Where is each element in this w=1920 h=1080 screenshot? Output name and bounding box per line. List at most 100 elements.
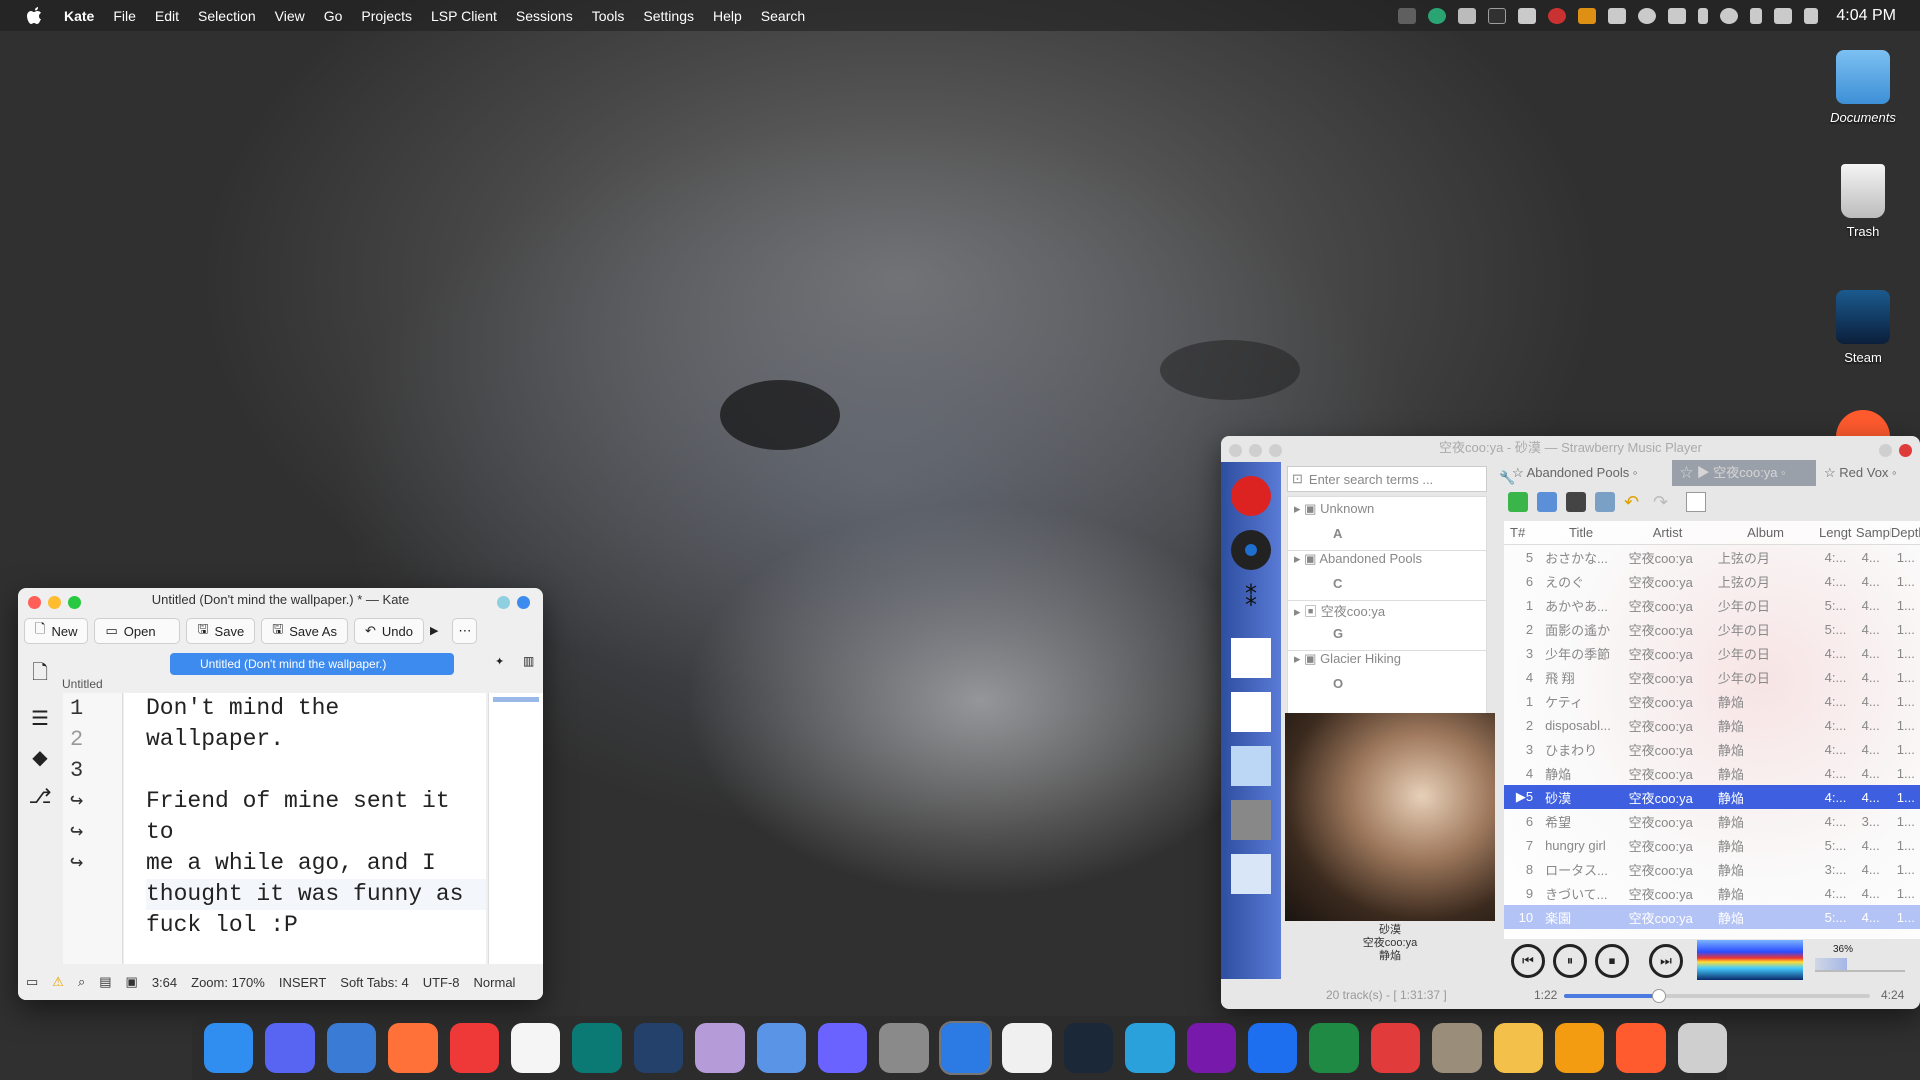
xp-pen-icon[interactable]	[1488, 7, 1507, 24]
table-row[interactable]: 2 面影の遙か 空夜coo:ya 少年の日 5:... 4... 1...	[1504, 617, 1920, 641]
menu-go[interactable]: Go	[324, 8, 343, 24]
finder-icon[interactable]	[204, 1023, 254, 1073]
keep-above-icon[interactable]	[497, 596, 510, 609]
control-center-icon[interactable]	[1804, 7, 1819, 24]
volume-icon[interactable]	[1668, 7, 1687, 24]
onenote-icon[interactable]	[1186, 1023, 1236, 1073]
new-button[interactable]: 🗋 New	[24, 618, 89, 644]
telegram-icon[interactable]	[1125, 1023, 1175, 1073]
menu-button[interactable]: ⋯	[452, 618, 478, 644]
menu-lsp-client[interactable]: LSP Client	[431, 8, 497, 24]
split-view-icon[interactable]: ▥	[523, 654, 534, 668]
playlists-icon[interactable]	[1231, 638, 1271, 678]
photos-icon[interactable]	[1493, 1023, 1543, 1073]
disc-icon[interactable]	[1231, 530, 1271, 570]
save-as-button[interactable]: 🖫 Save As	[261, 618, 348, 644]
column-header[interactable]: Sample R	[1856, 525, 1891, 540]
undo-button[interactable]: ↶ Undo	[353, 618, 424, 644]
undo-icon[interactable]: ↶	[1624, 492, 1644, 512]
swift-icon[interactable]	[938, 1021, 993, 1075]
brightness-icon[interactable]	[1720, 7, 1739, 24]
menu-view[interactable]: View	[275, 8, 305, 24]
gimp-icon[interactable]	[1432, 1023, 1482, 1073]
editor-area[interactable]: Don't mind the wallpaper. Friend of mine…	[124, 693, 486, 964]
next-icon[interactable]: ⏭	[1649, 944, 1683, 978]
table-row[interactable]: 3 ひまわり 空夜coo:ya 静焔 4:... 4... 1...	[1504, 737, 1920, 761]
table-row[interactable]: 4 静焔 空夜coo:ya 静焔 4:... 4... 1...	[1504, 761, 1920, 785]
word-icon[interactable]	[1247, 1023, 1298, 1073]
table-row[interactable]: 3 少年の季節 空夜coo:ya 少年の日 4:... 4... 1...	[1504, 641, 1920, 665]
table-row[interactable]: ▶5 砂漠 空夜coo:ya 静焔 4:... 4... 1...	[1504, 785, 1920, 809]
artist-node[interactable]: ▸ ▣ Unknown	[1288, 501, 1486, 526]
encoding[interactable]: UTF-8	[423, 975, 460, 990]
system-preferences-icon[interactable]	[879, 1023, 929, 1073]
bluetooth-icon[interactable]	[1698, 7, 1709, 24]
menu-selection[interactable]: Selection	[198, 8, 256, 24]
swift-tray-icon[interactable]	[1518, 7, 1537, 24]
menu-file[interactable]: File	[113, 8, 136, 24]
file-type[interactable]: Normal	[474, 975, 516, 990]
tab-pin-icon[interactable]: ✦	[495, 655, 504, 668]
play-icon[interactable]	[1638, 7, 1657, 24]
steam-icon[interactable]	[1063, 1023, 1114, 1073]
doc-tab[interactable]: Untitled (Don't mind the wallpaper.)	[170, 653, 454, 675]
artist-node[interactable]: ▸ ▣ Abandoned Pools	[1288, 551, 1486, 576]
search-box[interactable]: ⊡ Enter search terms ...	[1287, 466, 1487, 492]
projects-icon[interactable]: ▤	[99, 974, 111, 990]
documents-icon[interactable]: 🗋	[32, 658, 48, 692]
seek-bar[interactable]	[1564, 989, 1870, 1003]
minimize-button[interactable]	[1249, 444, 1262, 457]
vivaldi-icon[interactable]	[449, 1023, 500, 1073]
gitkraken-icon[interactable]	[572, 1023, 622, 1073]
zoom-button[interactable]	[68, 596, 81, 609]
add-icon[interactable]	[1508, 492, 1528, 512]
todo-icon[interactable]	[1002, 1023, 1052, 1073]
close-button[interactable]	[28, 596, 41, 609]
column-header[interactable]: Title	[1539, 525, 1623, 540]
window-icon[interactable]	[1595, 492, 1615, 512]
wifi-icon[interactable]	[1774, 7, 1793, 24]
battery-icon[interactable]	[1750, 7, 1763, 24]
column-header[interactable]: Depth	[1891, 525, 1920, 540]
column-header[interactable]: T#	[1504, 525, 1539, 540]
terminal-icon[interactable]: ▭	[26, 974, 38, 990]
collection-strawberry-icon[interactable]	[1231, 476, 1271, 516]
column-header[interactable]: Artist	[1623, 525, 1712, 540]
menu-app-name[interactable]: Kate	[64, 8, 94, 24]
console-icon[interactable]: ▣	[126, 974, 138, 990]
discord-icon[interactable]	[265, 1023, 315, 1073]
table-row[interactable]: 10 楽園 空夜coo:ya 静焔 5:... 4... 1...	[1504, 905, 1920, 929]
clear-filter-icon[interactable]	[1686, 492, 1706, 512]
footprints-icon[interactable]: ⁑	[1231, 584, 1271, 624]
discord-tray-icon[interactable]	[1458, 7, 1477, 24]
strawberry-tray-icon[interactable]	[1548, 7, 1567, 24]
menu-settings[interactable]: Settings	[643, 8, 694, 24]
close-red-icon[interactable]	[1899, 444, 1912, 457]
menu-sessions[interactable]: Sessions	[516, 8, 573, 24]
volume-slider[interactable]	[1815, 958, 1905, 972]
collection-tree[interactable]: ▸ ▣ Unknown A ▸ ▣ Abandoned Pools C ▸ ▣ …	[1287, 496, 1487, 716]
artist-node[interactable]: ▸ ▣ 空夜coo:ya	[1288, 601, 1486, 626]
table-row[interactable]: 4 飛 翔 空夜coo:ya 少年の日 4:... 4... 1...	[1504, 665, 1920, 689]
minimap[interactable]	[488, 693, 543, 964]
clipboard-icon[interactable]	[1608, 7, 1627, 24]
table-row[interactable]: 6 えのぐ 空夜coo:ya 上弦の月 4:... 4... 1...	[1504, 569, 1920, 593]
git-icon[interactable]: ◆	[32, 745, 47, 770]
table-row[interactable]: 2 disposabl... 空夜coo:ya 静焔 4:... 4... 1...	[1504, 713, 1920, 737]
devices-icon[interactable]	[1231, 800, 1271, 840]
excel-icon[interactable]	[1309, 1023, 1359, 1073]
table-row[interactable]: 9 きづいて... 空夜coo:ya 静焔 4:... 4... 1...	[1504, 881, 1920, 905]
zoom-button[interactable]	[1269, 444, 1282, 457]
stop-icon[interactable]: ⏹	[1595, 944, 1629, 978]
apple-icon[interactable]	[26, 5, 48, 27]
table-row[interactable]: 5 おさかな... 空夜coo:ya 上弦の月 4:... 4... 1...	[1504, 545, 1920, 569]
queue-icon[interactable]	[1231, 692, 1271, 732]
files-icon[interactable]	[1231, 746, 1271, 786]
playlist-table[interactable]: T# Title Artist Album Lengt Sample R Dep…	[1504, 521, 1920, 939]
indent-setting[interactable]: Soft Tabs: 4	[340, 975, 408, 990]
zoom-level[interactable]: Zoom: 170%	[191, 975, 265, 990]
table-row[interactable]: 1 あかやあ... 空夜coo:ya 少年の日 5:... 4... 1...	[1504, 593, 1920, 617]
help-icon[interactable]	[517, 596, 530, 609]
app-status-icon[interactable]	[1398, 7, 1417, 24]
minimize-button[interactable]	[48, 596, 61, 609]
